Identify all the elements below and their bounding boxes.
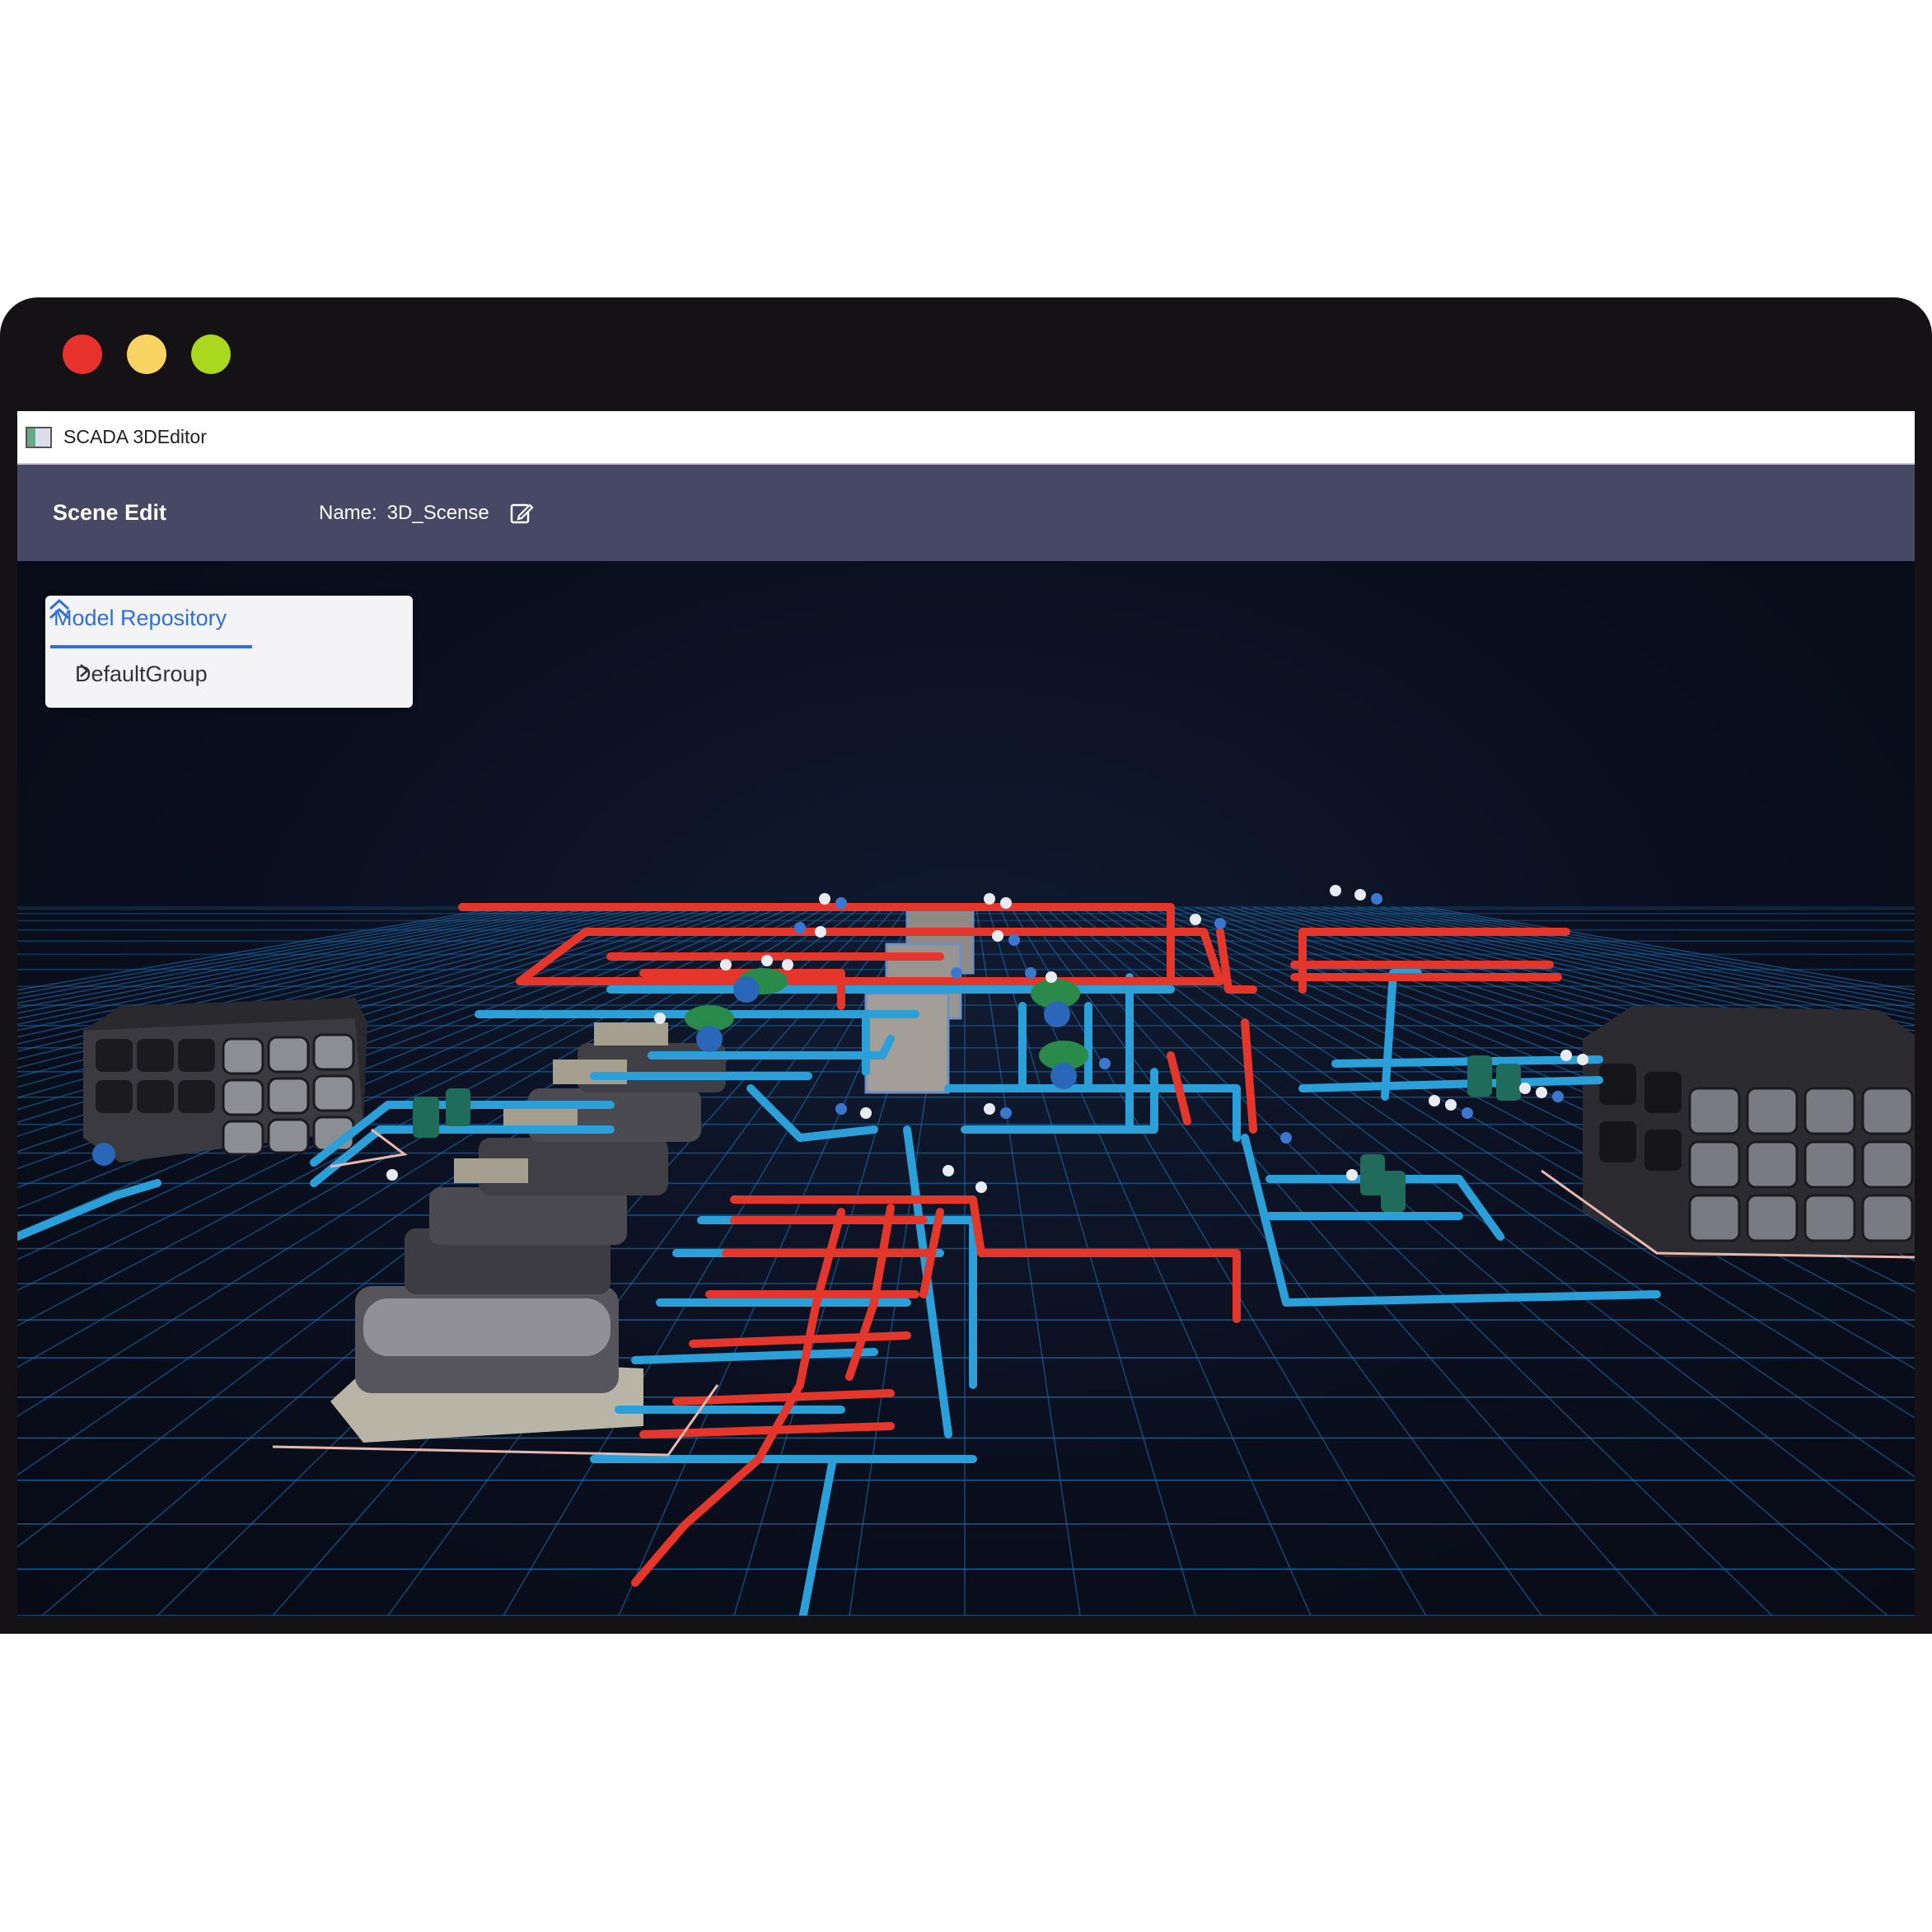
chiller-units[interactable] — [330, 1022, 726, 1443]
pipe-segment — [17, 1179, 161, 1241]
gauge-marker — [1099, 1058, 1111, 1069]
gauge-marker — [1371, 893, 1382, 905]
gauge-marker — [1000, 897, 1012, 909]
gauge-marker — [1000, 1107, 1012, 1119]
pipe-segment — [1298, 1076, 1603, 1092]
pipe-segment — [689, 1331, 911, 1348]
gauge-marker — [794, 922, 806, 933]
scene-name-group: Name: 3D_Scense — [319, 501, 534, 526]
name-label: Name: — [319, 501, 377, 524]
scene-toolbar: Scene Edit Name: 3D_Scense — [17, 465, 1915, 561]
gauge-marker — [943, 1165, 954, 1177]
model-repository-panel: Model Repository DefaultGroup — [45, 596, 413, 708]
gauge-marker — [1560, 1050, 1572, 1061]
grid-line — [1010, 906, 1427, 1616]
pipe-segment — [798, 1455, 837, 1616]
app-window-icon — [26, 426, 52, 448]
gauge-marker — [1536, 1087, 1547, 1098]
gauge-marker — [1025, 967, 1036, 979]
gauge-marker — [1577, 1054, 1588, 1065]
gauge-marker — [761, 955, 773, 966]
gauge-marker — [819, 893, 830, 905]
pipe-segment — [1241, 1018, 1257, 1134]
gauge-marker — [1462, 1107, 1473, 1119]
gauge-marker — [1354, 889, 1366, 901]
title-bar: SCADA 3DEditor — [17, 411, 1915, 465]
gauge-marker — [1346, 1169, 1358, 1181]
gauge-marker — [860, 1107, 872, 1119]
window-controls — [63, 334, 231, 374]
gauge-marker — [1280, 1132, 1292, 1144]
tree-item-label: DefaultGroup — [75, 662, 208, 686]
gauge-marker — [1519, 1083, 1531, 1094]
gauge-marker — [1008, 934, 1020, 946]
gauge-marker — [984, 893, 995, 905]
gauge-marker — [984, 1103, 995, 1115]
gauge-marker — [815, 926, 826, 938]
water-tank-right[interactable] — [1583, 1006, 1915, 1257]
scene-name-value: 3D_Scense — [386, 501, 489, 524]
minimize-window-button[interactable] — [127, 334, 166, 374]
gauge-marker — [951, 967, 962, 979]
gauge-marker — [1190, 914, 1201, 925]
chevron-right-icon[interactable] — [75, 662, 93, 680]
3d-viewport[interactable]: Model Repository DefaultGroup — [17, 561, 1915, 1616]
gauge-marker — [654, 1013, 666, 1024]
app-title: SCADA 3DEditor — [63, 426, 207, 447]
hot-water-pipes[interactable] — [458, 903, 1570, 1587]
pipe-segment — [631, 1348, 878, 1364]
gauge-marker — [835, 897, 847, 909]
model-repository-title[interactable]: Model Repository — [54, 606, 227, 647]
gauge-marker — [975, 1181, 987, 1193]
close-window-button[interactable] — [63, 334, 102, 374]
pipe-segment — [1381, 969, 1422, 1101]
gauge-marker — [386, 1169, 398, 1181]
device-frame: SCADA 3DEditor Scene Edit Name: 3D_Scens… — [0, 297, 1932, 1634]
pipe-segment — [639, 1422, 895, 1438]
tree-item-defaultgroup[interactable]: DefaultGroup — [75, 662, 208, 687]
app-window: SCADA 3DEditor Scene Edit Name: 3D_Scens… — [17, 411, 1915, 1616]
gauge-marker — [720, 959, 732, 971]
gauge-marker — [1552, 1091, 1564, 1102]
grid-line — [1022, 906, 1542, 1616]
active-tab-indicator — [50, 645, 252, 648]
gauge-marker — [1330, 885, 1341, 896]
double-chevron-up-icon[interactable] — [45, 596, 73, 624]
3d-scene-canvas[interactable] — [17, 561, 1915, 1616]
gauge-marker — [992, 930, 1003, 942]
scene-edit-title: Scene Edit — [53, 500, 167, 525]
maximize-window-button[interactable] — [191, 334, 231, 374]
gauge-marker — [1429, 1095, 1440, 1106]
gauge-marker — [782, 959, 793, 971]
gauge-marker — [1214, 918, 1226, 929]
gauge-marker — [1445, 1099, 1457, 1111]
edit-pencil-icon[interactable] — [509, 501, 534, 526]
gauge-marker — [835, 1103, 847, 1115]
gauge-marker — [1046, 971, 1057, 983]
water-tank-left[interactable] — [83, 998, 367, 1162]
